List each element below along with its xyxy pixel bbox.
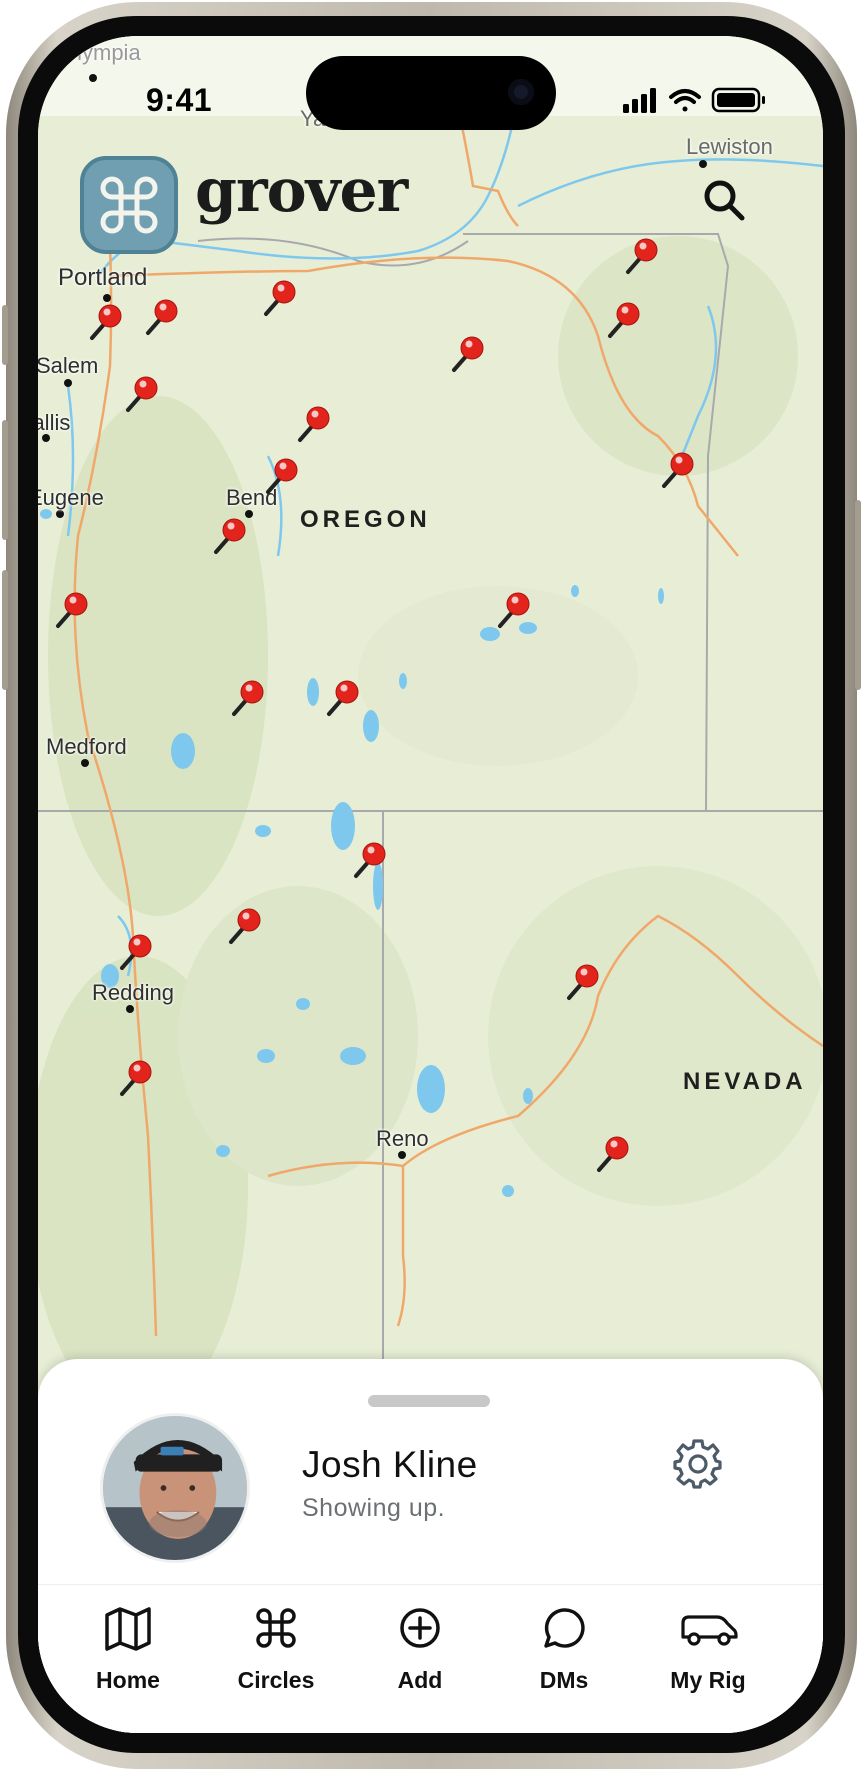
app-brand-title: grover — [195, 156, 408, 226]
map-pin-icon[interactable] — [350, 838, 390, 882]
dynamic-island — [306, 56, 556, 130]
map-pin-icon[interactable] — [116, 930, 156, 974]
tab-add[interactable]: Add — [355, 1585, 485, 1715]
map-pin-icon[interactable] — [448, 332, 488, 376]
volume-down-button — [2, 570, 8, 690]
volume-up-button — [2, 420, 8, 540]
tab-dms[interactable]: DMs — [499, 1585, 629, 1715]
map-pin-icon[interactable] — [116, 1056, 156, 1100]
chat-bubble-icon — [544, 1608, 585, 1648]
map-icon — [105, 1607, 151, 1651]
city-label: Salem — [38, 353, 99, 378]
camera-icon — [508, 79, 534, 105]
tab-label: My Rig — [670, 1667, 746, 1693]
map-pin-icon[interactable] — [494, 588, 534, 632]
tab-bar: Home Circles Add DMs My Rig — [38, 1584, 823, 1733]
profile-status: Showing up. — [302, 1494, 446, 1522]
map-pin-icon[interactable] — [262, 454, 302, 498]
map-pin-icon[interactable] — [86, 300, 126, 344]
city-label: Reno — [376, 1126, 429, 1151]
state-label: NEVADA — [683, 1068, 807, 1095]
status-icons — [623, 87, 765, 113]
power-button — [855, 500, 861, 690]
map-pin-icon[interactable] — [225, 904, 265, 948]
map-pin-icon[interactable] — [593, 1132, 633, 1176]
tab-label: Circles — [237, 1667, 315, 1693]
gear-icon[interactable] — [672, 1437, 724, 1489]
tab-home[interactable]: Home — [63, 1585, 193, 1715]
map-pin-icon[interactable] — [294, 402, 334, 446]
map-pin-icon[interactable] — [142, 295, 182, 339]
cellular-signal-icon — [623, 88, 656, 113]
sheet-grabber[interactable] — [368, 1395, 490, 1407]
app-logo-icon — [80, 156, 178, 254]
map-pin-icon[interactable] — [563, 960, 603, 1004]
city-label: Corvallis — [38, 410, 71, 435]
map-pin-icon[interactable] — [122, 372, 162, 416]
tab-my-rig[interactable]: My Rig — [643, 1585, 773, 1715]
map-pin-icon[interactable] — [228, 676, 268, 720]
tab-label: Add — [397, 1667, 443, 1693]
tab-label: Home — [96, 1667, 160, 1693]
van-icon — [681, 1615, 738, 1646]
battery-icon — [711, 87, 765, 113]
map-pin-icon[interactable] — [622, 234, 662, 278]
city-label: Portland — [58, 264, 148, 291]
tab-circles[interactable]: Circles — [211, 1585, 341, 1715]
city-label: Redding — [92, 980, 174, 1005]
tab-label: DMs — [539, 1667, 589, 1693]
city-label: Lewiston — [686, 134, 773, 159]
wifi-icon — [669, 89, 701, 112]
profile-name: Josh Kline — [302, 1444, 478, 1485]
map-pin-icon[interactable] — [604, 298, 644, 342]
map-pin-icon[interactable] — [658, 448, 698, 492]
map-pin-icon[interactable] — [210, 514, 250, 558]
map-pin-icon[interactable] — [260, 276, 300, 320]
mute-switch — [2, 305, 8, 365]
avatar[interactable] — [100, 1413, 250, 1563]
command-icon — [256, 1608, 296, 1648]
screen: Olympia Yakima Lewiston Portland Salem C… — [38, 36, 823, 1733]
search-icon[interactable] — [700, 176, 748, 224]
city-label: Olympia — [60, 40, 141, 65]
map-pin-icon[interactable] — [323, 676, 363, 720]
map-pin-icon[interactable] — [52, 588, 92, 632]
state-label: OREGON — [300, 506, 431, 533]
plus-circle-icon — [400, 1608, 440, 1648]
city-label: Eugene — [38, 485, 104, 510]
phone-frame: Olympia Yakima Lewiston Portland Salem C… — [0, 0, 863, 1771]
city-label: Medford — [46, 734, 127, 759]
status-time: 9:41 — [146, 82, 213, 118]
